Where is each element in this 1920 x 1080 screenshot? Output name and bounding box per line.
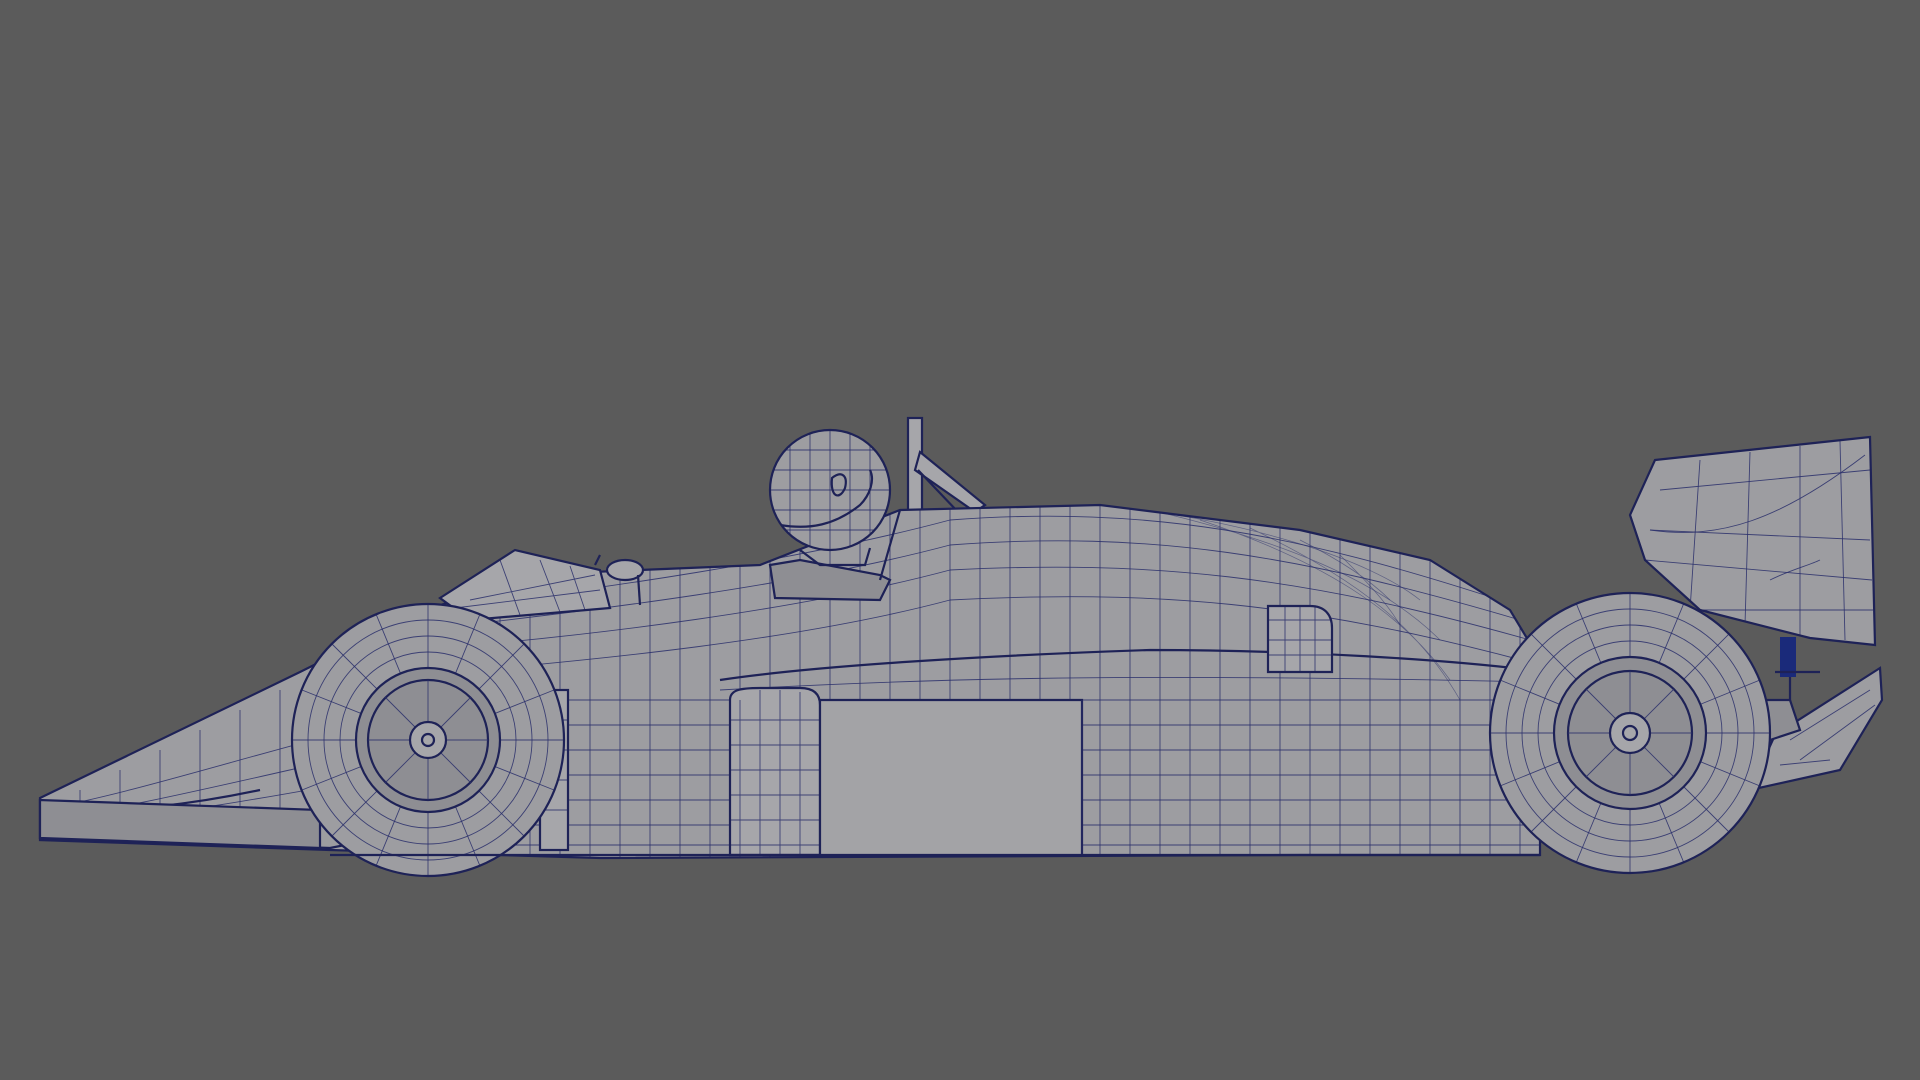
wireframe-race-car-model[interactable] [0,0,1920,1080]
roll-hoop [906,416,987,515]
sidepod-panel [820,700,1082,855]
air-intake [1266,604,1334,674]
rear-wheel [1488,591,1772,875]
sidepod [728,686,1084,857]
3d-viewport[interactable] [0,0,1920,1080]
front-wheel [290,602,566,878]
